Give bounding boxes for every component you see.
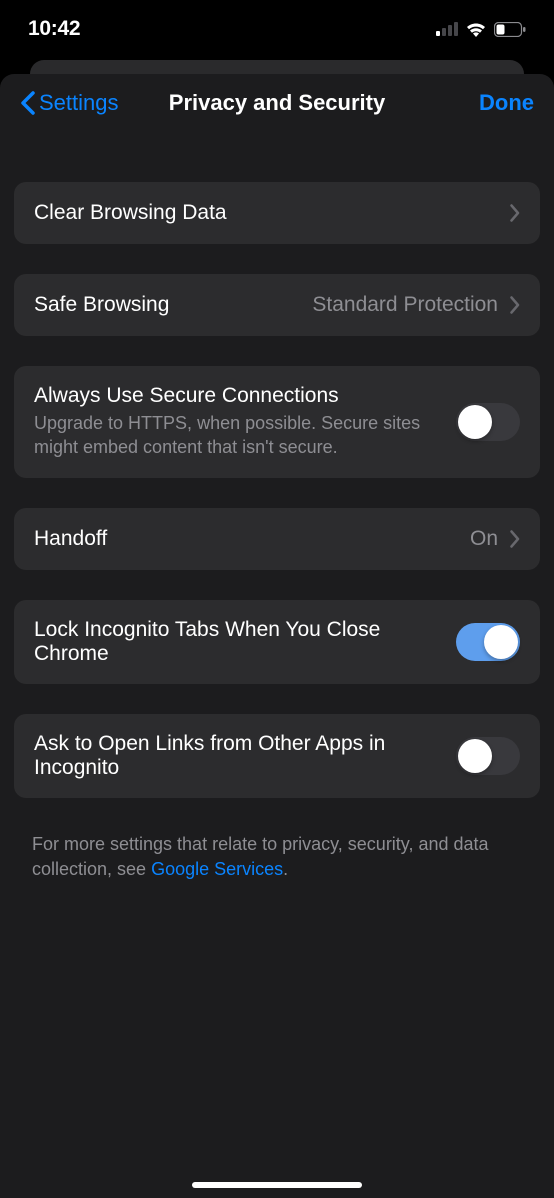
row-label: Safe Browsing xyxy=(34,293,312,317)
row-label: Clear Browsing Data xyxy=(34,201,510,225)
chevron-right-icon xyxy=(510,530,520,548)
chevron-right-icon xyxy=(510,204,520,222)
status-bar: 10:42 xyxy=(0,0,554,54)
ask-open-links-toggle[interactable] xyxy=(456,737,520,775)
back-button[interactable]: Settings xyxy=(20,90,119,116)
row-label: Ask to Open Links from Other Apps in Inc… xyxy=(34,732,442,780)
done-button[interactable]: Done xyxy=(479,90,534,116)
chevron-right-icon xyxy=(510,296,520,314)
ask-open-links-row[interactable]: Ask to Open Links from Other Apps in Inc… xyxy=(14,714,540,798)
lock-incognito-row[interactable]: Lock Incognito Tabs When You Close Chrom… xyxy=(14,600,540,684)
page-title: Privacy and Security xyxy=(169,90,385,116)
cellular-icon xyxy=(436,22,458,36)
footer-text-after: . xyxy=(283,859,288,879)
toggle-knob xyxy=(458,405,492,439)
chevron-left-icon xyxy=(20,91,35,115)
footer-text: For more settings that relate to privacy… xyxy=(14,828,540,886)
toggle-knob xyxy=(458,739,492,773)
row-label: Lock Incognito Tabs When You Close Chrom… xyxy=(34,618,442,666)
row-value: Standard Protection xyxy=(312,293,498,317)
google-services-link[interactable]: Google Services xyxy=(151,859,283,879)
row-label: Handoff xyxy=(34,527,470,551)
row-label: Always Use Secure Connections xyxy=(34,384,442,408)
home-indicator[interactable] xyxy=(192,1182,362,1188)
handoff-row[interactable]: Handoff On xyxy=(14,508,540,570)
back-label: Settings xyxy=(39,90,119,116)
row-sublabel: Upgrade to HTTPS, when possible. Secure … xyxy=(34,411,442,460)
safe-browsing-row[interactable]: Safe Browsing Standard Protection xyxy=(14,274,540,336)
row-value: On xyxy=(470,527,498,551)
secure-connections-toggle[interactable] xyxy=(456,403,520,441)
wifi-icon xyxy=(465,21,487,37)
lock-incognito-toggle[interactable] xyxy=(456,623,520,661)
secure-connections-row[interactable]: Always Use Secure Connections Upgrade to… xyxy=(14,366,540,478)
status-icons xyxy=(436,21,526,37)
nav-bar: Settings Privacy and Security Done xyxy=(0,74,554,132)
toggle-knob xyxy=(484,625,518,659)
clear-browsing-data-row[interactable]: Clear Browsing Data xyxy=(14,182,540,244)
status-time: 10:42 xyxy=(28,17,80,41)
battery-icon xyxy=(494,22,526,37)
settings-sheet: Settings Privacy and Security Done Clear… xyxy=(0,74,554,1198)
content-area: Clear Browsing Data Safe Browsing Standa… xyxy=(0,132,554,886)
